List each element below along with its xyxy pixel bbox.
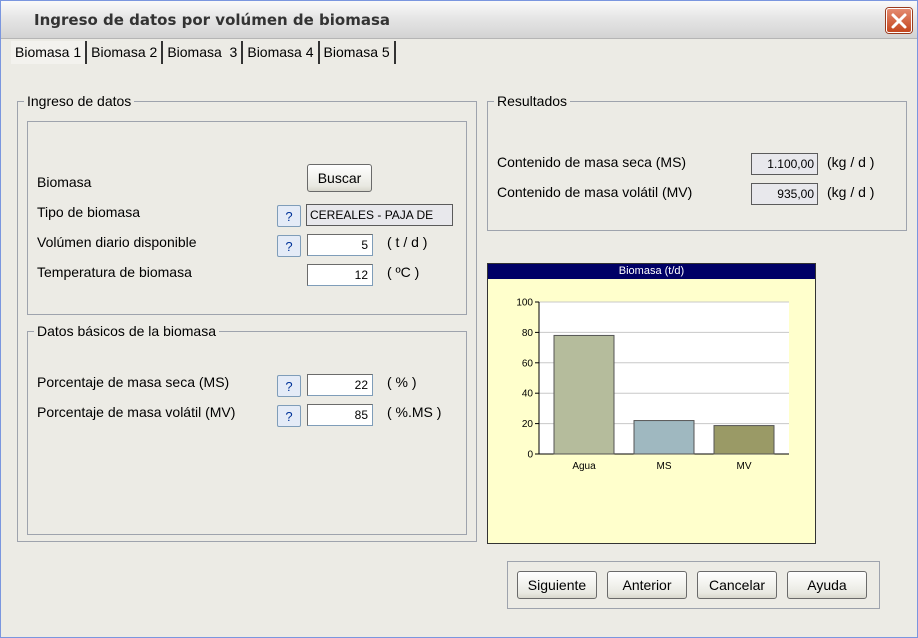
siguiente-button[interactable]: Siguiente [517,571,597,599]
ms-help-button[interactable]: ? [277,375,301,397]
close-icon [891,13,907,28]
cancelar-button[interactable]: Cancelar [697,571,777,599]
anterior-button[interactable]: Anterior [607,571,687,599]
x-tick-label: MV [737,461,752,472]
mv-help-button[interactable]: ? [277,405,301,427]
bar-ms [633,420,695,455]
tab-biomasa-5[interactable]: Biomasa 5 [320,41,396,64]
title-bar[interactable]: Ingreso de datos por volúmen de biomasa [1,1,917,39]
masa-seca-label: Contenido de masa seca (MS) [497,154,687,170]
masa-volatil-label: Contenido de masa volátil (MV) [497,184,693,200]
tipo-biomasa-label: Tipo de biomasa [37,204,140,220]
tab-biomasa-1[interactable]: Biomasa 1 [11,41,88,64]
volumen-input[interactable]: 5 [307,234,373,256]
y-tick-label: 80 [522,328,534,339]
masa-volatil-result: 935,00 [751,183,818,205]
chart-title: Biomasa (t/d) [488,264,815,279]
temperatura-unit: ( ºC ) [387,264,420,280]
ms-percent-unit: ( % ) [387,374,417,390]
volumen-label: Volúmen diario disponible [37,234,197,250]
x-tick-label: MS [657,461,672,472]
tab-biomasa-2[interactable]: Biomasa 2 [87,41,164,64]
datos-basicos-legend: Datos básicos de la biomasa [37,323,216,339]
volumen-unit: ( t / d ) [387,234,428,250]
temperatura-label: Temperatura de biomasa [37,264,192,280]
tipo-biomasa-field[interactable]: CEREALES - PAJA DE [306,204,453,226]
mv-percent-input[interactable]: 85 [307,404,373,426]
tab-biomasa-4[interactable]: Biomasa 4 [243,41,320,64]
y-tick-label: 40 [522,389,534,400]
help-icon: ? [285,408,293,424]
window-title: Ingreso de datos por volúmen de biomasa [34,11,391,29]
buscar-button[interactable]: Buscar [307,164,372,192]
ms-percent-input[interactable]: 22 [307,374,373,396]
y-tick-label: 60 [522,358,534,369]
help-icon: ? [285,208,293,224]
volumen-help-button[interactable]: ? [277,235,301,257]
y-tick-label: 0 [527,450,533,461]
masa-seca-unit: (kg / d ) [827,154,875,170]
biomasa-label: Biomasa [37,174,92,190]
help-icon: ? [285,238,293,254]
tab-strip: Biomasa 1 Biomasa 2 Biomasa 3 Biomasa 4 … [11,41,396,65]
y-tick-label: 100 [516,298,533,309]
chart-plot: 0 20 40 60 80 100 Agua MS MV [516,298,789,472]
biomasa-chart: Biomasa (t/d) 0 20 40 60 80 100 Agua MS MV [487,263,816,544]
help-icon: ? [285,378,293,394]
bar-mv [713,425,775,455]
temperatura-input[interactable]: 12 [307,264,373,286]
dialog-window: Ingreso de datos por volúmen de biomasa … [0,0,918,638]
close-button[interactable] [886,8,912,33]
datos-basicos-group: Datos básicos de la biomasa [27,323,467,535]
ms-percent-label: Porcentaje de masa seca (MS) [37,374,230,390]
resultados-legend: Resultados [497,93,568,109]
masa-volatil-unit: (kg / d ) [827,184,875,200]
masa-seca-result: 1.100,00 [751,153,818,175]
mv-percent-label: Porcentaje de masa volátil (MV) [37,404,236,420]
tab-biomasa-3[interactable]: Biomasa 3 [163,41,244,64]
ingreso-datos-legend: Ingreso de datos [27,93,132,109]
tipo-biomasa-help-button[interactable]: ? [277,205,301,227]
bar-agua [553,334,615,455]
ayuda-button[interactable]: Ayuda [787,571,867,599]
mv-percent-unit: ( %.MS ) [387,404,442,420]
y-tick-label: 20 [522,419,534,430]
x-tick-label: Agua [572,461,596,472]
